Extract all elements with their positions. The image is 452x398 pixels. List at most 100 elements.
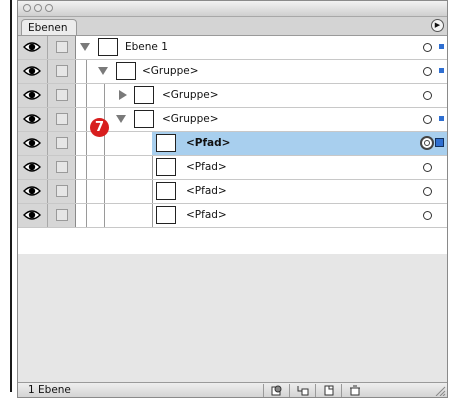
layer-content[interactable]: <Pfad> xyxy=(76,180,447,203)
layer-name: <Gruppe> xyxy=(162,113,219,125)
lock-toggle[interactable] xyxy=(48,204,76,227)
tree-line xyxy=(104,204,105,227)
disclosure-down-icon[interactable] xyxy=(80,43,90,51)
new-layer-button[interactable] xyxy=(315,384,341,397)
layer-name: <Pfad> xyxy=(186,185,227,197)
visibility-toggle[interactable] xyxy=(18,132,48,155)
lock-toggle[interactable] xyxy=(48,36,76,59)
eye-icon xyxy=(23,138,41,148)
target-circle-icon[interactable] xyxy=(423,43,432,52)
tree-line xyxy=(104,180,105,203)
layer-name: Ebene 1 xyxy=(125,41,168,53)
path-thumbnail xyxy=(156,182,176,200)
make-clipping-mask-button[interactable] xyxy=(263,384,289,397)
tree-line xyxy=(86,180,87,203)
layer-list: Ebene 1 <Gruppe> <Gruppe> <Gruppe> <Pfad… xyxy=(18,36,447,254)
visibility-toggle[interactable] xyxy=(18,204,48,227)
new-sublayer-icon xyxy=(297,386,309,396)
layer-content[interactable]: Ebene 1 xyxy=(76,36,447,59)
layer-row[interactable]: Ebene 1 xyxy=(18,36,447,60)
delete-layer-button[interactable] xyxy=(341,384,367,397)
target-circle-selected-icon[interactable] xyxy=(420,136,434,150)
tree-line xyxy=(86,204,87,227)
target-circle-icon[interactable] xyxy=(423,91,432,100)
layer-row[interactable]: <Gruppe> xyxy=(18,60,447,84)
minimize-window-icon[interactable] xyxy=(34,4,42,12)
tree-line xyxy=(104,156,105,179)
layer-row-selected[interactable]: <Pfad> xyxy=(18,132,447,156)
layer-row[interactable]: <Gruppe> xyxy=(18,84,447,108)
layer-count: 1 Ebene xyxy=(28,384,71,396)
tab-label: Ebenen xyxy=(28,22,68,34)
disclosure-right-icon[interactable] xyxy=(119,90,127,100)
tree-line xyxy=(152,156,153,179)
group-thumbnail xyxy=(116,62,136,80)
group-thumbnail xyxy=(134,86,154,104)
tree-line xyxy=(152,180,153,203)
new-layer-icon xyxy=(324,385,334,396)
path-thumbnail xyxy=(156,158,176,176)
lock-toggle[interactable] xyxy=(48,60,76,83)
layer-row[interactable]: <Pfad> xyxy=(18,180,447,204)
eye-icon xyxy=(23,114,41,124)
lock-toggle[interactable] xyxy=(48,132,76,155)
eye-icon xyxy=(23,66,41,76)
trash-icon xyxy=(350,385,360,396)
visibility-toggle[interactable] xyxy=(18,84,48,107)
layer-content[interactable]: <Gruppe> xyxy=(76,84,447,107)
layer-content[interactable]: <Pfad> xyxy=(76,132,447,155)
tree-line xyxy=(86,132,87,155)
tree-line xyxy=(104,84,105,107)
visibility-toggle[interactable] xyxy=(18,180,48,203)
target-circle-icon[interactable] xyxy=(423,115,432,124)
layer-content[interactable]: <Gruppe> xyxy=(76,108,447,131)
layer-content[interactable]: <Gruppe> xyxy=(76,60,447,83)
selection-square-icon xyxy=(439,116,444,121)
tree-line xyxy=(152,204,153,227)
target-circle-icon[interactable] xyxy=(423,163,432,172)
panel-menu-icon[interactable]: ▶ xyxy=(431,19,444,32)
disclosure-down-icon[interactable] xyxy=(116,115,126,123)
eye-icon xyxy=(23,90,41,100)
layer-name: <Gruppe> xyxy=(142,65,199,77)
tree-line xyxy=(86,156,87,179)
close-window-icon[interactable] xyxy=(23,4,31,12)
visibility-toggle[interactable] xyxy=(18,60,48,83)
lock-empty-icon xyxy=(56,209,68,221)
selection-square-icon xyxy=(439,68,444,73)
layer-row[interactable]: <Pfad> xyxy=(18,156,447,180)
tree-line xyxy=(86,108,87,131)
tree-line xyxy=(86,84,87,107)
disclosure-down-icon[interactable] xyxy=(98,67,108,75)
tab-ebenen[interactable]: Ebenen xyxy=(21,19,77,35)
selection-square-icon xyxy=(435,138,444,147)
empty-list-area xyxy=(18,254,447,382)
layer-content[interactable]: <Pfad> xyxy=(76,156,447,179)
target-circle-icon[interactable] xyxy=(423,187,432,196)
lock-toggle[interactable] xyxy=(48,156,76,179)
lock-empty-icon xyxy=(56,65,68,77)
target-circle-icon[interactable] xyxy=(423,67,432,76)
lock-toggle[interactable] xyxy=(48,84,76,107)
zoom-window-icon[interactable] xyxy=(45,4,53,12)
layers-panel: Ebenen ▶ Ebene 1 <Gruppe> <Gruppe> <Grup… xyxy=(17,0,448,398)
eye-icon xyxy=(23,42,41,52)
new-sublayer-button[interactable] xyxy=(289,384,315,397)
lock-toggle[interactable] xyxy=(48,108,76,131)
visibility-toggle[interactable] xyxy=(18,156,48,179)
visibility-toggle[interactable] xyxy=(18,36,48,59)
visibility-toggle[interactable] xyxy=(18,108,48,131)
selection-square-icon xyxy=(439,44,444,49)
layer-row[interactable]: <Pfad> xyxy=(18,204,447,228)
layer-row[interactable]: <Gruppe> xyxy=(18,108,447,132)
target-circle-icon[interactable] xyxy=(423,211,432,220)
layer-name: <Pfad> xyxy=(186,161,227,173)
make-clipping-mask-icon xyxy=(271,385,282,396)
layer-content[interactable]: <Pfad> xyxy=(76,204,447,227)
layer-name: <Pfad> xyxy=(186,137,231,149)
lock-toggle[interactable] xyxy=(48,180,76,203)
resize-grip-icon[interactable] xyxy=(434,385,446,396)
panel-titlebar[interactable] xyxy=(18,1,447,17)
layer-thumbnail xyxy=(98,38,118,56)
eye-icon xyxy=(23,210,41,220)
